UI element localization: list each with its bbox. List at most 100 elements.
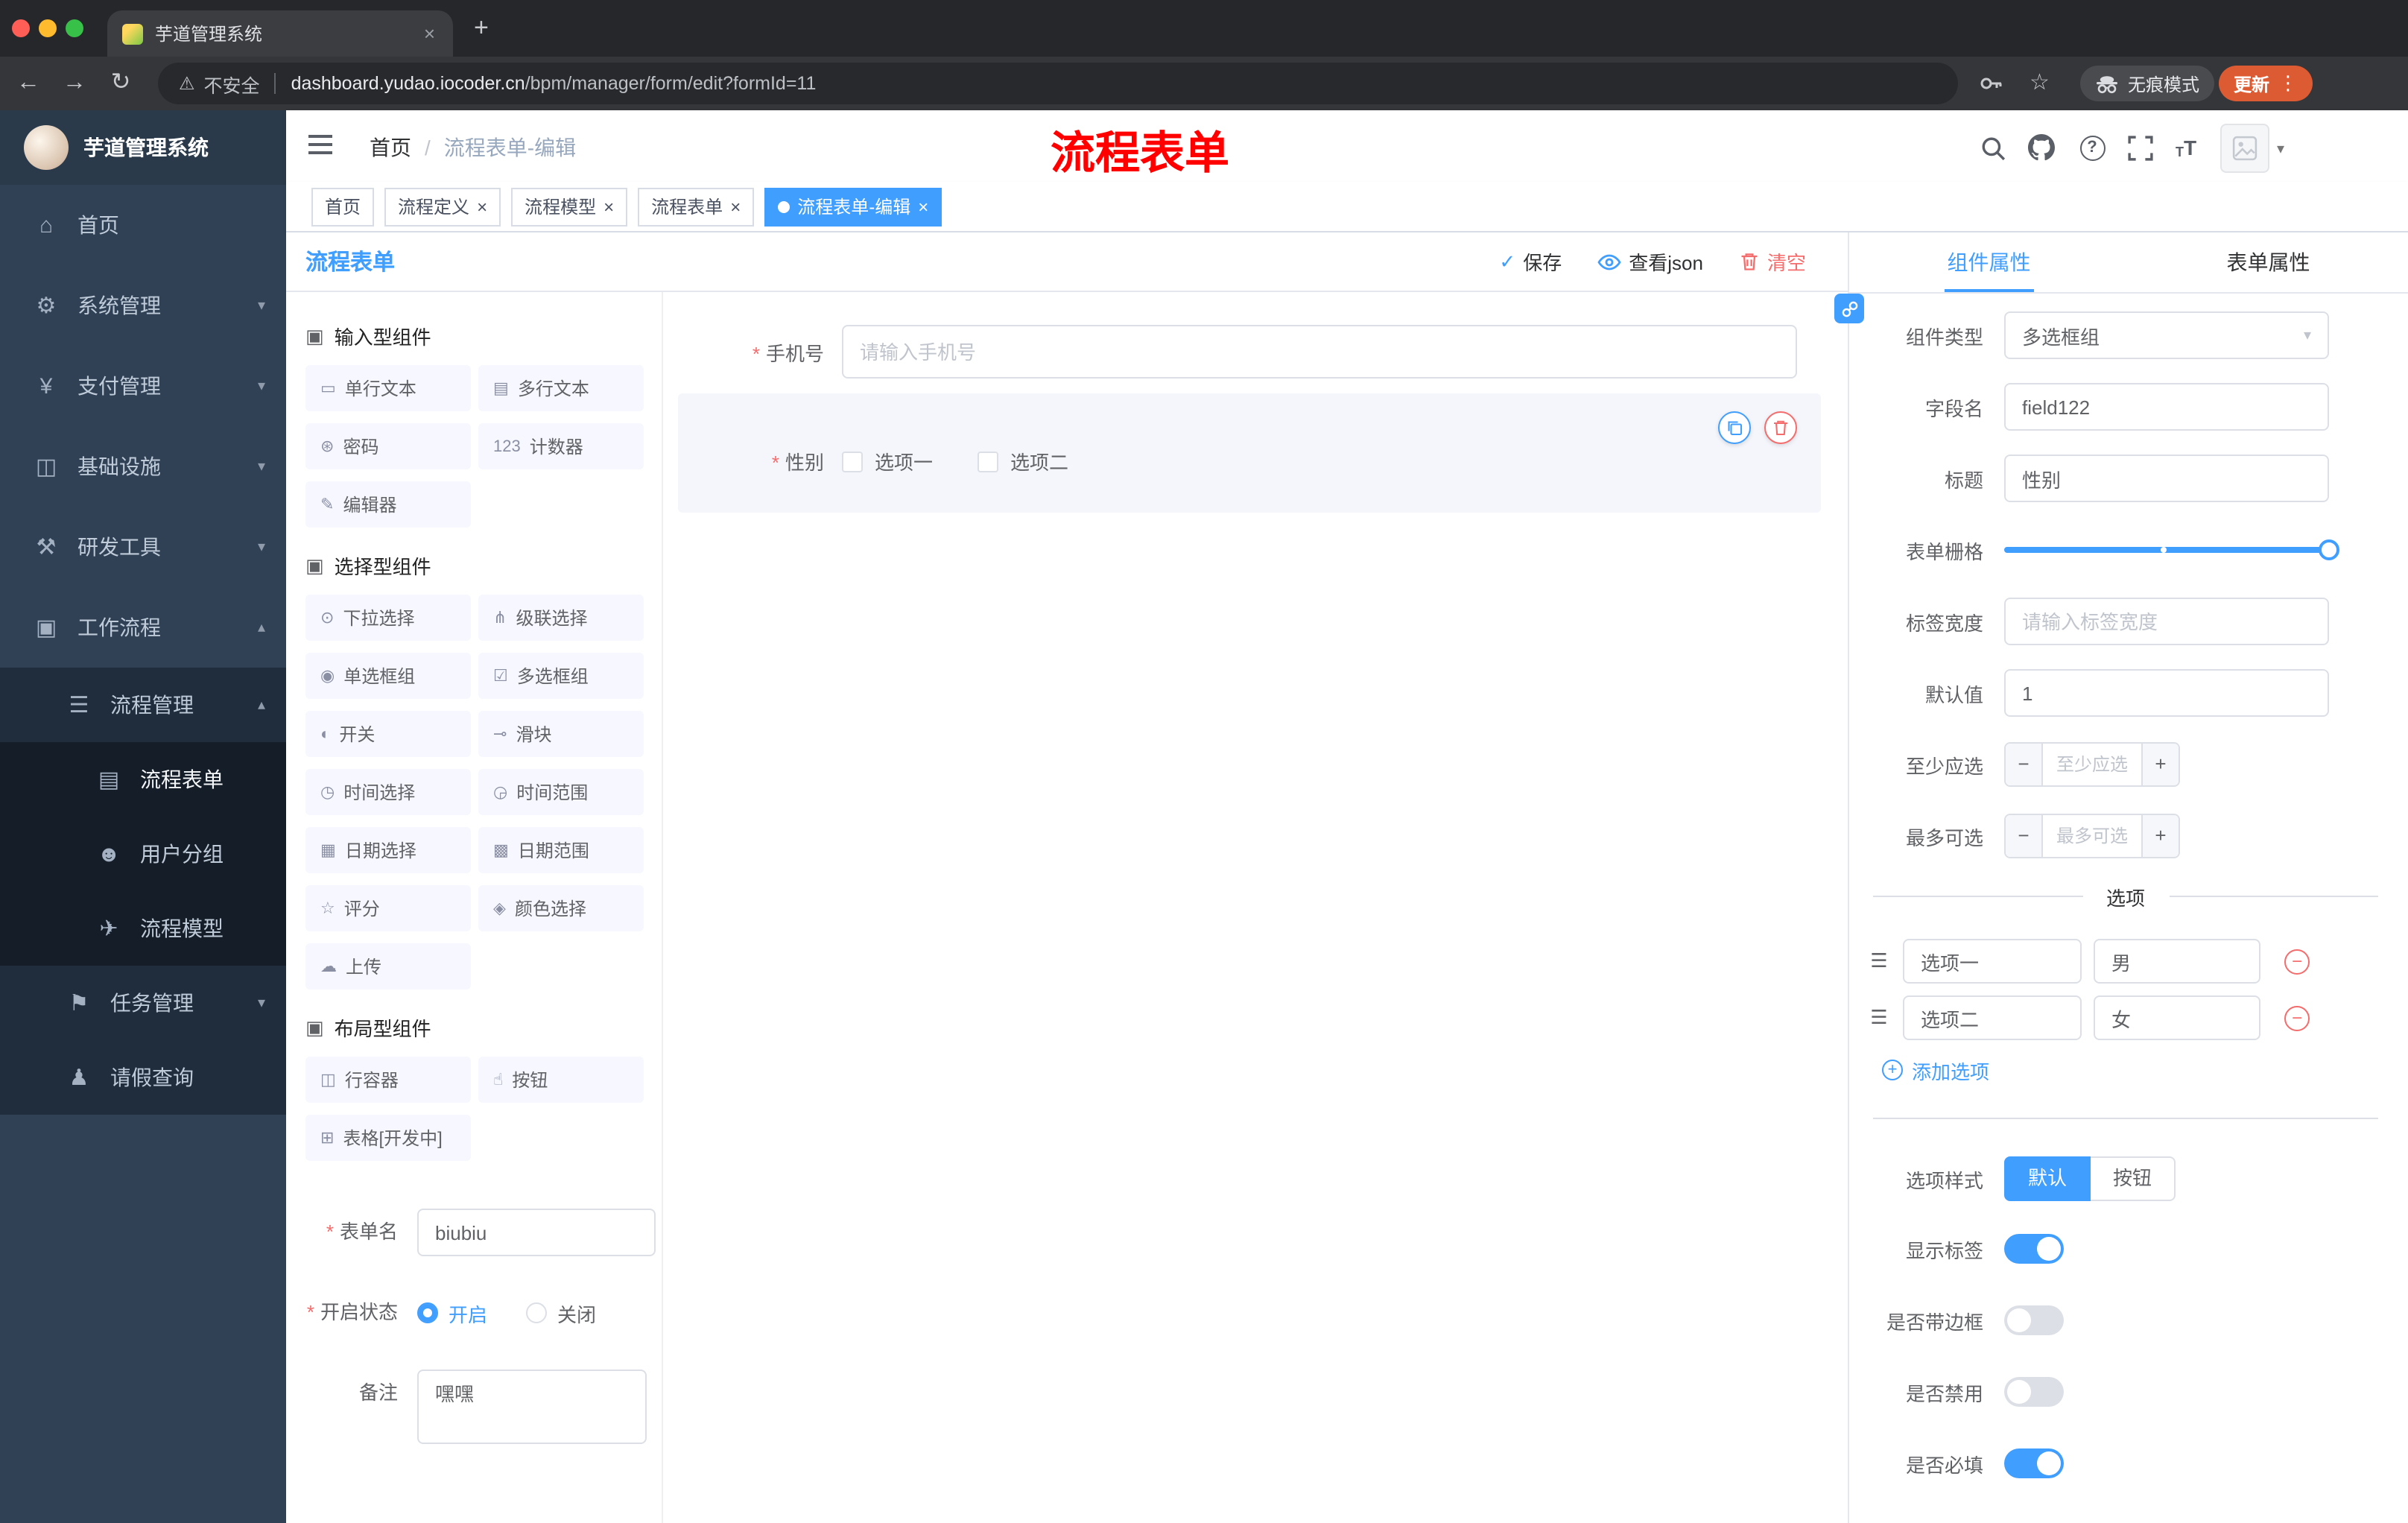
palette-component[interactable]: ◐ 开关 xyxy=(305,711,471,757)
save-button[interactable]: 保存 xyxy=(1499,247,1562,276)
hamburger-icon[interactable] xyxy=(307,133,334,156)
palette-component[interactable]: ☝ 按钮 xyxy=(478,1057,644,1103)
sidebar-menu-item[interactable]: ☰ 流程管理 ▴ xyxy=(0,668,286,742)
window-zoom-button[interactable] xyxy=(66,19,83,37)
palette-component[interactable]: ⋔ 级联选择 xyxy=(478,595,644,641)
user-avatar[interactable] xyxy=(2220,124,2269,173)
grid-span-slider[interactable] xyxy=(2004,526,2339,574)
view-json-button[interactable]: 查看json xyxy=(1597,247,1703,276)
drag-handle-icon[interactable]: ☰ xyxy=(1867,1006,1891,1030)
remove-option-button[interactable] xyxy=(2284,1005,2310,1030)
form-name-input[interactable] xyxy=(417,1209,656,1256)
add-option-button[interactable]: 添加选项 xyxy=(1882,1055,2384,1085)
sidebar-menu-item[interactable]: ◫ 基础设施 ▾ xyxy=(0,426,286,507)
stepper-placeholder[interactable]: 最多可选 xyxy=(2043,815,2141,857)
increase-button[interactable] xyxy=(2141,744,2179,785)
palette-component[interactable]: ✎ 编辑器 xyxy=(305,481,471,528)
copy-component-button[interactable] xyxy=(1718,411,1751,444)
palette-component[interactable]: ◷ 时间选择 xyxy=(305,769,471,815)
sidebar-menu-item[interactable]: ☻ 用户分组 xyxy=(0,817,286,891)
address-bar[interactable]: ⚠ 不安全 dashboard.yudao.iocoder.cn /bpm/ma… xyxy=(158,63,1958,104)
tag-view[interactable]: 流程模型 xyxy=(511,187,628,226)
component-type-select[interactable]: 多选框组 xyxy=(2004,311,2329,359)
decrease-button[interactable] xyxy=(2006,815,2043,857)
phone-input[interactable] xyxy=(842,325,1797,379)
stepper-placeholder[interactable]: 至少应选 xyxy=(2043,744,2141,785)
sidebar-menu-item[interactable]: ⚒ 研发工具 ▾ xyxy=(0,507,286,587)
sidebar-menu-item[interactable]: ▤ 流程表单 xyxy=(0,742,286,817)
browser-update-button[interactable]: 更新 xyxy=(2219,66,2313,101)
help-icon[interactable] xyxy=(2076,131,2108,164)
bookmark-star-icon[interactable]: ☆ xyxy=(2030,69,2050,95)
checkbox-icon[interactable] xyxy=(842,451,863,472)
toggle-switch[interactable] xyxy=(2004,1448,2064,1478)
radio-off[interactable]: 关闭 xyxy=(526,1299,596,1327)
sidebar-menu-item[interactable]: ⌂ 首页 xyxy=(0,185,286,265)
decrease-button[interactable] xyxy=(2006,744,2043,785)
palette-component[interactable]: ▦ 日期选择 xyxy=(305,827,471,873)
window-minimize-button[interactable] xyxy=(39,19,57,37)
close-icon[interactable] xyxy=(730,197,741,215)
sidebar-menu-item[interactable]: ¥ 支付管理 ▾ xyxy=(0,346,286,426)
checkbox-option[interactable]: 选项一 xyxy=(842,447,933,475)
tag-view[interactable]: 流程表单 xyxy=(638,187,755,226)
palette-component[interactable]: ◫ 行容器 xyxy=(305,1057,471,1103)
sidebar-menu-item[interactable]: ⚑ 任务管理 ▾ xyxy=(0,966,286,1040)
palette-component[interactable]: ◉ 单选框组 xyxy=(305,653,471,699)
palette-component[interactable]: ◈ 颜色选择 xyxy=(478,885,644,931)
option-value-input[interactable] xyxy=(2094,995,2260,1040)
close-icon[interactable] xyxy=(421,21,438,46)
palette-component[interactable]: ☁ 上传 xyxy=(305,943,471,990)
delete-component-button[interactable] xyxy=(1764,411,1797,444)
github-icon[interactable] xyxy=(2025,131,2058,164)
sidebar-logo[interactable]: 芋道管理系统 xyxy=(0,110,286,185)
style-button-button[interactable]: 按钮 xyxy=(2091,1156,2176,1201)
palette-component[interactable]: ☆ 评分 xyxy=(305,885,471,931)
palette-component[interactable]: ◶ 时间范围 xyxy=(478,769,644,815)
search-icon[interactable] xyxy=(1976,131,2009,164)
sidebar-menu-item[interactable]: ♟ 请假查询 xyxy=(0,1040,286,1115)
palette-component[interactable]: ⊞ 表格[开发中] xyxy=(305,1115,471,1161)
sidebar-menu-item[interactable]: ▣ 工作流程 ▴ xyxy=(0,587,286,668)
tag-view[interactable]: 流程定义 xyxy=(384,187,501,226)
tab-form-props[interactable]: 表单属性 xyxy=(2129,232,2408,292)
palette-component[interactable]: ▤ 多行文本 xyxy=(478,365,644,411)
tab-component-props[interactable]: 组件属性 xyxy=(1849,232,2129,292)
remove-option-button[interactable] xyxy=(2284,949,2310,974)
sidebar-menu-item[interactable]: ⚙ 系统管理 ▾ xyxy=(0,265,286,346)
caret-down-icon[interactable] xyxy=(2277,142,2284,158)
close-icon[interactable] xyxy=(603,197,614,215)
palette-component[interactable]: 123 计数器 xyxy=(478,423,644,469)
radio-on[interactable]: 开启 xyxy=(417,1299,487,1327)
palette-component[interactable]: ⊸ 滑块 xyxy=(478,711,644,757)
checkbox-icon[interactable] xyxy=(978,451,999,472)
toggle-switch[interactable] xyxy=(2004,1234,2064,1264)
title-input[interactable] xyxy=(2004,455,2329,502)
panel-link-button[interactable] xyxy=(1834,294,1864,323)
palette-component[interactable]: ▩ 日期范围 xyxy=(478,827,644,873)
close-icon[interactable] xyxy=(477,197,487,215)
password-key-icon[interactable] xyxy=(1979,72,2003,95)
drag-handle-icon[interactable]: ☰ xyxy=(1867,949,1891,973)
new-tab-button[interactable] xyxy=(474,12,489,45)
breadcrumb-home[interactable]: 首页 xyxy=(370,133,411,162)
forward-icon[interactable]: → xyxy=(58,67,91,100)
default-value-input[interactable] xyxy=(2004,669,2329,717)
browser-tab[interactable]: 芋道管理系统 xyxy=(107,10,453,57)
sidebar-menu-item[interactable]: ✈ 流程模型 xyxy=(0,891,286,966)
slider-handle[interactable] xyxy=(2319,539,2339,560)
option-label-input[interactable] xyxy=(1903,995,2082,1040)
window-close-button[interactable] xyxy=(12,19,30,37)
option-value-input[interactable] xyxy=(2094,939,2260,984)
tag-view[interactable]: 首页 xyxy=(311,187,375,226)
option-label-input[interactable] xyxy=(1903,939,2082,984)
back-icon[interactable]: ← xyxy=(12,67,45,100)
reload-icon[interactable]: ↻ xyxy=(104,67,137,100)
label-width-input[interactable] xyxy=(2004,598,2329,645)
palette-component[interactable]: ▭ 单行文本 xyxy=(305,365,471,411)
slider-track[interactable] xyxy=(2004,539,2339,560)
font-size-icon[interactable] xyxy=(2170,131,2202,164)
toggle-switch[interactable] xyxy=(2004,1305,2064,1335)
fullscreen-icon[interactable] xyxy=(2123,131,2156,164)
close-icon[interactable] xyxy=(918,197,928,215)
